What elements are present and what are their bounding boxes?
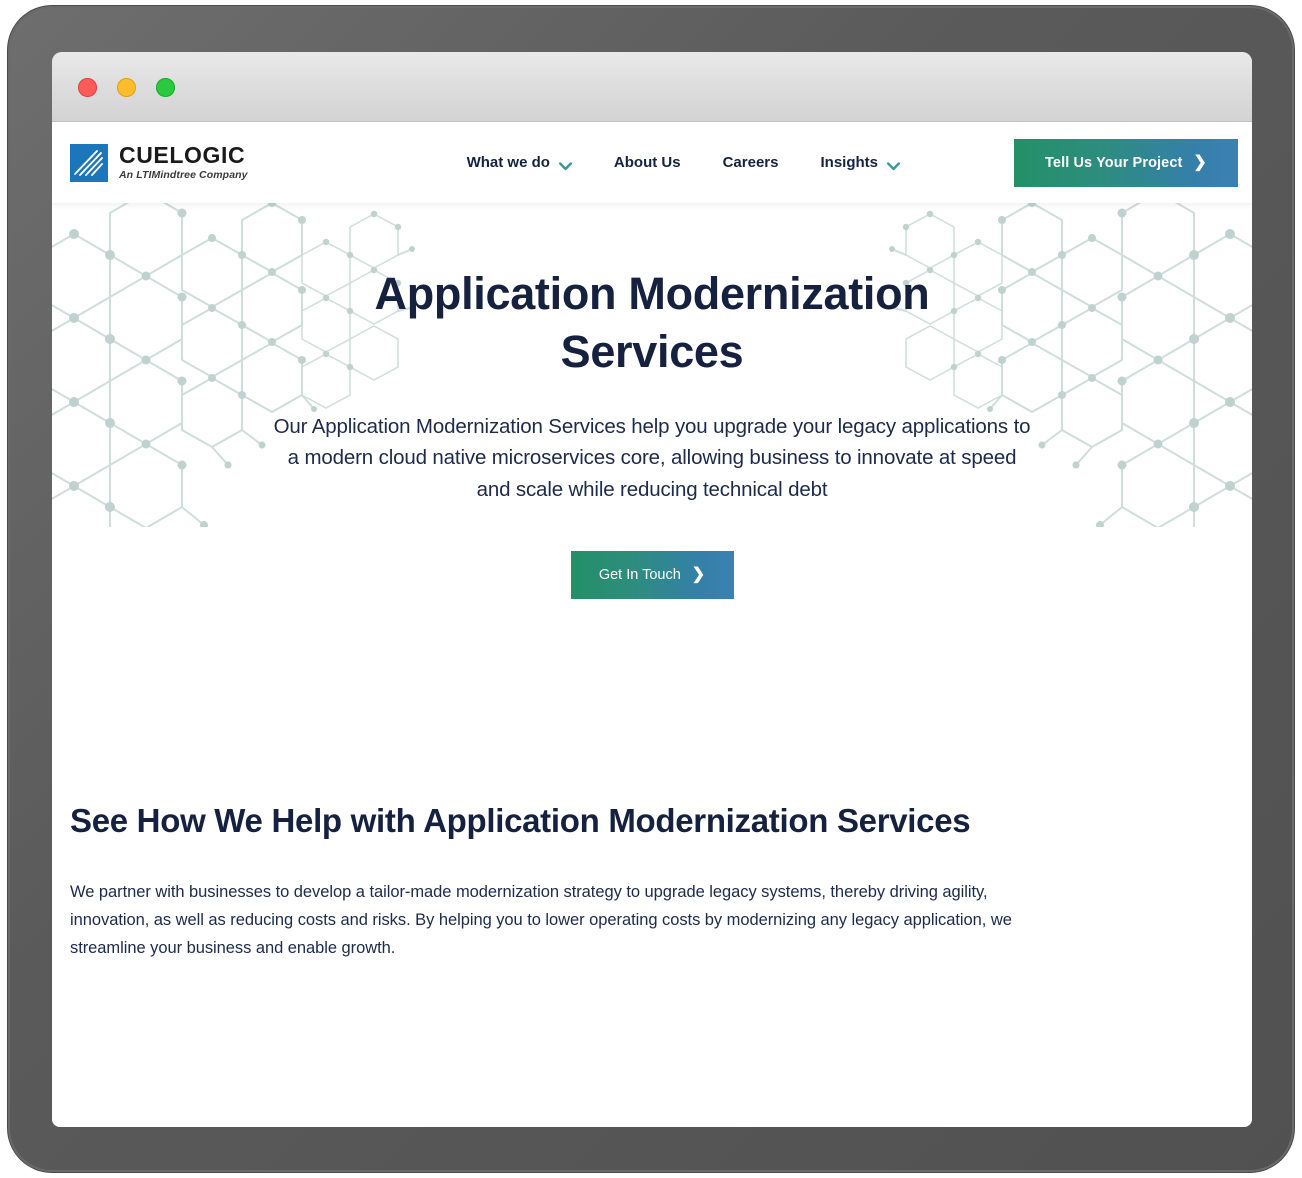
hero-title: Application Modernization Services	[374, 268, 930, 378]
cuelogic-logo-mark-icon	[70, 143, 108, 182]
get-in-touch-button[interactable]: Get In Touch ❯	[570, 551, 734, 600]
chevron-right-icon: ❯	[1193, 154, 1207, 171]
chevron-down-icon	[887, 158, 900, 171]
logo-wordmark: CUELOGIC An LTIMindtree Company	[119, 144, 248, 181]
nav-label-about-us: About Us	[613, 154, 681, 171]
window-controls	[78, 78, 175, 97]
nav-item-careers[interactable]: Careers	[723, 154, 779, 171]
site-logo[interactable]: CUELOGIC An LTIMindtree Company	[70, 143, 248, 182]
nav-label-what-we-do: What we do	[466, 154, 550, 171]
nav-label-insights: Insights	[820, 154, 878, 171]
site-header: CUELOGIC An LTIMindtree Company What we …	[52, 122, 1252, 203]
help-section-title: See How We Help with Application Moderni…	[70, 802, 971, 839]
logo-name: CUELOGIC	[119, 142, 246, 169]
nav-label-careers: Careers	[722, 154, 779, 171]
hero-subtitle: Our Application Modernization Services h…	[273, 415, 1031, 501]
close-window-button[interactable]	[78, 78, 97, 97]
nav-item-insights[interactable]: Insights	[820, 154, 900, 171]
tell-us-your-project-button[interactable]: Tell Us Your Project ❯	[1014, 139, 1238, 187]
maximize-window-button[interactable]	[156, 78, 175, 97]
help-section: See How We Help with Application Moderni…	[52, 797, 1252, 962]
browser-titlebar	[52, 52, 1252, 122]
logo-tagline: An LTIMindtree Company	[119, 169, 248, 182]
hero-section: Application Modernization Services Our A…	[52, 203, 1252, 797]
nav-item-what-we-do[interactable]: What we do	[467, 154, 572, 171]
chevron-right-icon: ❯	[691, 566, 706, 584]
hero-content: Application Modernization Services Our A…	[52, 203, 1252, 600]
help-section-body: We partner with businesses to develop a …	[70, 882, 1012, 958]
browser-window: CUELOGIC An LTIMindtree Company What we …	[52, 52, 1252, 1127]
page-viewport: CUELOGIC An LTIMindtree Company What we …	[52, 122, 1252, 1127]
device-frame: CUELOGIC An LTIMindtree Company What we …	[0, 0, 1302, 1178]
chevron-down-icon	[558, 158, 572, 171]
tell-us-your-project-label: Tell Us Your Project	[1045, 155, 1183, 171]
nav-item-about-us[interactable]: About Us	[614, 154, 681, 171]
main-navigation: What we do About Us Careers Insights	[467, 154, 900, 171]
get-in-touch-label: Get In Touch	[598, 567, 681, 584]
minimize-window-button[interactable]	[117, 78, 136, 97]
